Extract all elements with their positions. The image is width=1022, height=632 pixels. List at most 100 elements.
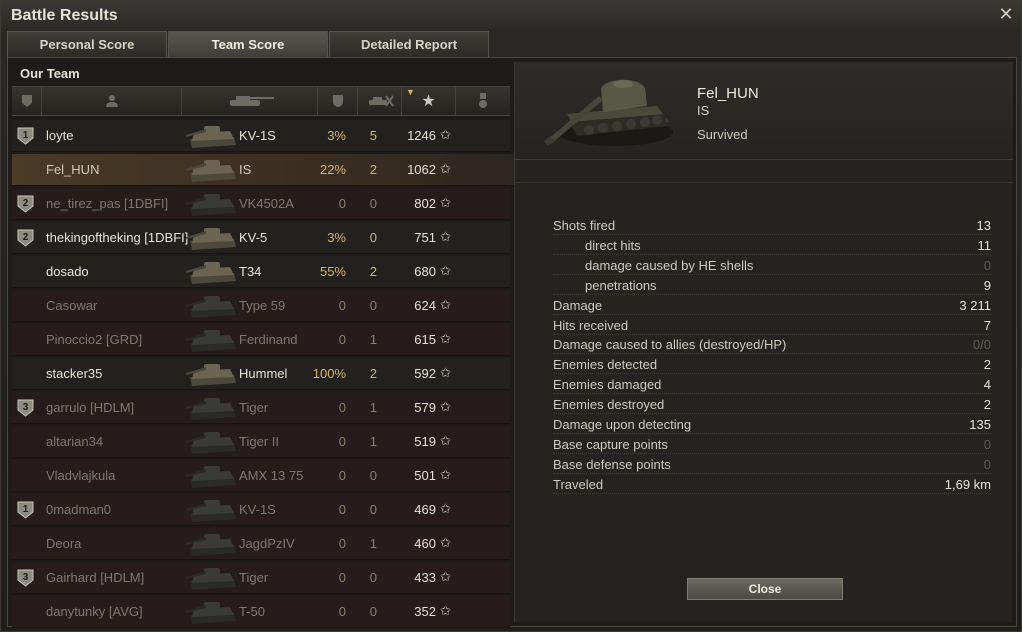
stat-row: damage caused by HE shells 0 <box>553 255 991 275</box>
xp-value: 680 <box>414 264 436 279</box>
player-name: 0madman0 <box>46 502 112 517</box>
tank-name: KV-5 <box>239 230 268 245</box>
stat-value: 3 211 <box>959 297 991 313</box>
damage-value: 0 <box>338 536 346 551</box>
class-medal-icon: 3 <box>17 569 34 587</box>
stat-row: Enemies detected 2 <box>553 354 991 375</box>
tank-name: T-50 <box>239 604 266 619</box>
title-bar: Battle Results ✕ <box>1 1 1021 31</box>
stat-value: 0 <box>983 257 991 273</box>
stat-row: Enemies destroyed 2 <box>553 394 991 415</box>
player-name: Casowar <box>46 298 98 313</box>
table-row[interactable]: danytunky [AVG] T-50 0 0 352 ✩ <box>12 596 510 628</box>
xp-value: 802 <box>414 196 436 211</box>
table-row[interactable]: Deora JagdPzIV 0 1 460 ✩ <box>12 528 510 560</box>
stat-value: 2 <box>983 357 991 373</box>
player-name: altarian34 <box>46 434 104 449</box>
stat-value: 2 <box>983 397 991 413</box>
stat-value: 0/0 <box>972 337 991 353</box>
tab-detailed-report[interactable]: Detailed Report <box>329 31 489 57</box>
table-row[interactable]: Fel_HUN IS 22% 2 1062 ✩ <box>12 154 522 186</box>
svg-text:2: 2 <box>23 198 29 209</box>
star-icon: ✩ <box>440 467 451 482</box>
tank-name: Tiger II <box>239 434 279 449</box>
tab-team-score[interactable]: Team Score <box>168 31 328 57</box>
table-row[interactable]: 3 garrulo [HDLM] Tiger 0 1 579 ✩ <box>12 392 510 424</box>
team-label: Our Team <box>20 66 80 81</box>
table-row[interactable]: 1 0madman0 KV-1S 0 0 469 ✩ <box>12 494 510 526</box>
star-icon: ✩ <box>440 263 451 278</box>
close-button[interactable]: Close <box>687 578 843 600</box>
tank-name: T34 <box>239 264 262 279</box>
damage-value: 3% <box>327 128 346 143</box>
table-row[interactable]: dosado T34 55% 2 680 ✩ <box>12 256 510 288</box>
tank-name: KV-1S <box>239 502 276 517</box>
kills-value: 0 <box>369 298 377 313</box>
player-name: garrulo [HDLM] <box>46 400 135 415</box>
tab-personal-score[interactable]: Personal Score <box>7 31 167 57</box>
vehicle-class-icon[interactable] <box>12 87 42 115</box>
tank-name: IS <box>239 162 252 177</box>
stat-value: 0 <box>983 436 991 452</box>
medal-icon[interactable] <box>456 87 510 115</box>
kills-value: 0 <box>369 604 377 619</box>
player-name: stacker35 <box>46 366 103 381</box>
damage-icon[interactable] <box>318 87 358 115</box>
stat-label: Traveled <box>553 476 604 492</box>
tank-name: Type 59 <box>239 298 286 313</box>
svg-text:3: 3 <box>23 402 29 413</box>
kills-value: 2 <box>369 162 377 177</box>
stat-row: Traveled 1,69 km <box>553 474 991 494</box>
table-row[interactable]: 2 ne_tirez_pas [1DBFI] VK4502A 0 0 802 ✩ <box>12 188 510 220</box>
table-row[interactable]: 3 Gairhard [HDLM] Tiger 0 0 433 ✩ <box>12 562 510 594</box>
kills-value: 0 <box>369 230 377 245</box>
close-icon[interactable]: ✕ <box>997 5 1015 23</box>
table-row[interactable]: stacker35 Hummel 100% 2 592 ✩ <box>12 358 510 390</box>
player-name: Deora <box>46 536 82 551</box>
table-row[interactable]: 1 loyte KV-1S 3% 5 1246 ✩ <box>12 120 510 152</box>
table-row[interactable]: 2 thekingoftheking [1DBFI] KV-5 3% 0 751… <box>12 222 510 254</box>
table-row[interactable]: altarian34 Tiger II 0 1 519 ✩ <box>12 426 510 458</box>
stat-row: Hits received 7 <box>553 315 991 335</box>
xp-value: 519 <box>414 434 436 449</box>
stat-value: 13 <box>976 218 991 233</box>
kills-value: 1 <box>369 434 377 449</box>
player-status: Survived <box>697 127 748 142</box>
damage-value: 0 <box>338 196 346 211</box>
star-icon: ✩ <box>440 501 451 516</box>
stat-label: Enemies destroyed <box>553 397 665 413</box>
star-icon: ✩ <box>440 161 451 176</box>
player-name: Vladvlajkula <box>46 468 116 483</box>
tank-icon[interactable] <box>182 87 318 115</box>
kills-value: 0 <box>369 502 377 517</box>
star-icon: ✩ <box>440 127 451 142</box>
player-name: thekingoftheking [1DBFI] <box>46 230 189 245</box>
stat-row: direct hits 11 <box>553 235 991 255</box>
player-icon[interactable] <box>42 87 182 115</box>
stat-label: Base capture points <box>553 436 668 452</box>
class-medal-icon: 2 <box>17 195 34 213</box>
tank-image <box>544 79 673 146</box>
tank-thumbnail <box>186 466 236 488</box>
player-name: Fel_HUN <box>46 162 100 177</box>
player-name: Gairhard [HDLM] <box>46 570 145 585</box>
star-icon: ✩ <box>440 331 451 346</box>
table-row[interactable]: Casowar Type 59 0 0 624 ✩ <box>12 290 510 322</box>
tank-thumbnail <box>186 330 236 352</box>
kills-value: 0 <box>369 570 377 585</box>
stat-label: Base defense points <box>553 456 671 472</box>
player-name: Pinoccio2 [GRD] <box>46 332 143 347</box>
kills-icon[interactable] <box>358 87 402 115</box>
damage-value: 0 <box>338 332 346 347</box>
table-row[interactable]: Vladvlajkula AMX 13 75 0 0 501 ✩ <box>12 460 510 492</box>
table-row[interactable]: Pinoccio2 [GRD] Ferdinand 0 1 615 ✩ <box>12 324 510 356</box>
kills-value: 0 <box>369 468 377 483</box>
tank-thumbnail <box>186 228 236 250</box>
star-icon: ✩ <box>440 229 451 244</box>
star-icon: ✩ <box>440 603 451 618</box>
star-icon: ✩ <box>440 195 451 210</box>
kills-value: 5 <box>369 128 377 143</box>
tank-name: JagdPzIV <box>239 536 295 551</box>
xp-value: 1062 <box>407 162 436 177</box>
tank-thumbnail <box>186 398 236 420</box>
